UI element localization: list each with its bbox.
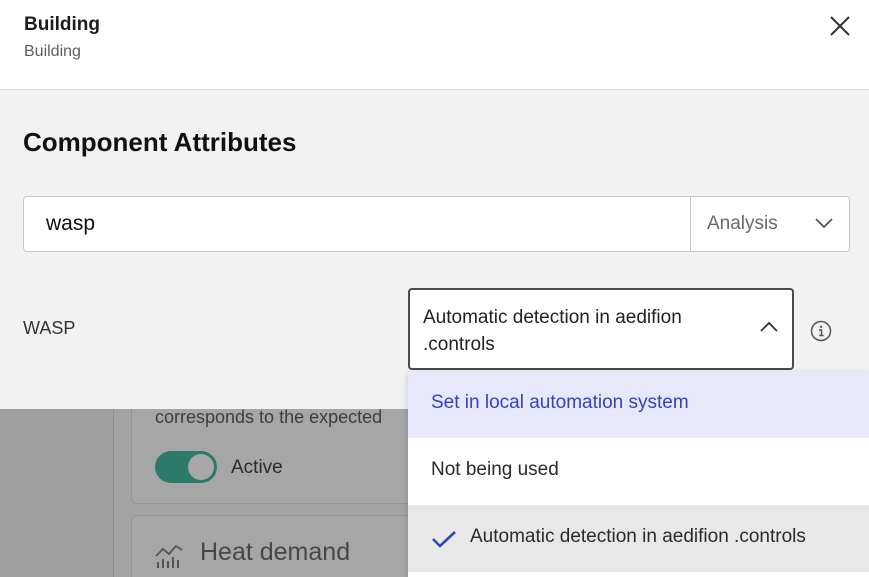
search-bar: Analysis xyxy=(23,196,850,252)
section-title: Component Attributes xyxy=(23,127,297,157)
background-card-text: corresponds to the expected xyxy=(155,407,383,427)
toggle-knob xyxy=(188,454,214,480)
menu-option-label: Not being used xyxy=(431,459,559,480)
attribute-select[interactable]: Automatic detection in aedifion .control… xyxy=(408,288,794,370)
info-icon[interactable] xyxy=(810,320,832,342)
chart-icon xyxy=(155,544,183,568)
heat-demand-title: Heat demand xyxy=(200,538,351,566)
menu-option-local-automation[interactable]: Set in local automation system xyxy=(408,371,869,438)
filter-select[interactable]: Analysis xyxy=(691,197,849,251)
background-sidebar xyxy=(0,408,114,577)
menu-option-automatic-detection[interactable]: Automatic detection in aedifion .control… xyxy=(408,505,869,572)
menu-option-label: Automatic detection in aedifion .control… xyxy=(470,526,806,547)
attribute-select-value: Automatic detection in aedifion .control… xyxy=(423,307,682,355)
attributes-panel: Building Building Component Attributes A… xyxy=(0,0,869,409)
chevron-down-icon xyxy=(815,218,833,229)
panel-subtitle: Building xyxy=(24,43,81,60)
menu-option-label: Set in local automation system xyxy=(431,392,689,413)
attribute-label: WASP xyxy=(23,318,76,338)
active-toggle xyxy=(155,451,217,483)
panel-header: Building Building xyxy=(0,0,869,90)
panel-title: Building xyxy=(24,14,100,35)
search-input[interactable] xyxy=(24,197,690,251)
menu-option-not-used[interactable]: Not being used xyxy=(408,438,869,505)
toggle-label: Active xyxy=(231,457,283,478)
attribute-options-menu: Set in local automation system Not being… xyxy=(408,371,869,577)
filter-label: Analysis xyxy=(707,213,778,234)
close-icon[interactable] xyxy=(826,12,854,40)
chevron-up-icon xyxy=(760,321,778,332)
check-icon xyxy=(432,531,456,548)
